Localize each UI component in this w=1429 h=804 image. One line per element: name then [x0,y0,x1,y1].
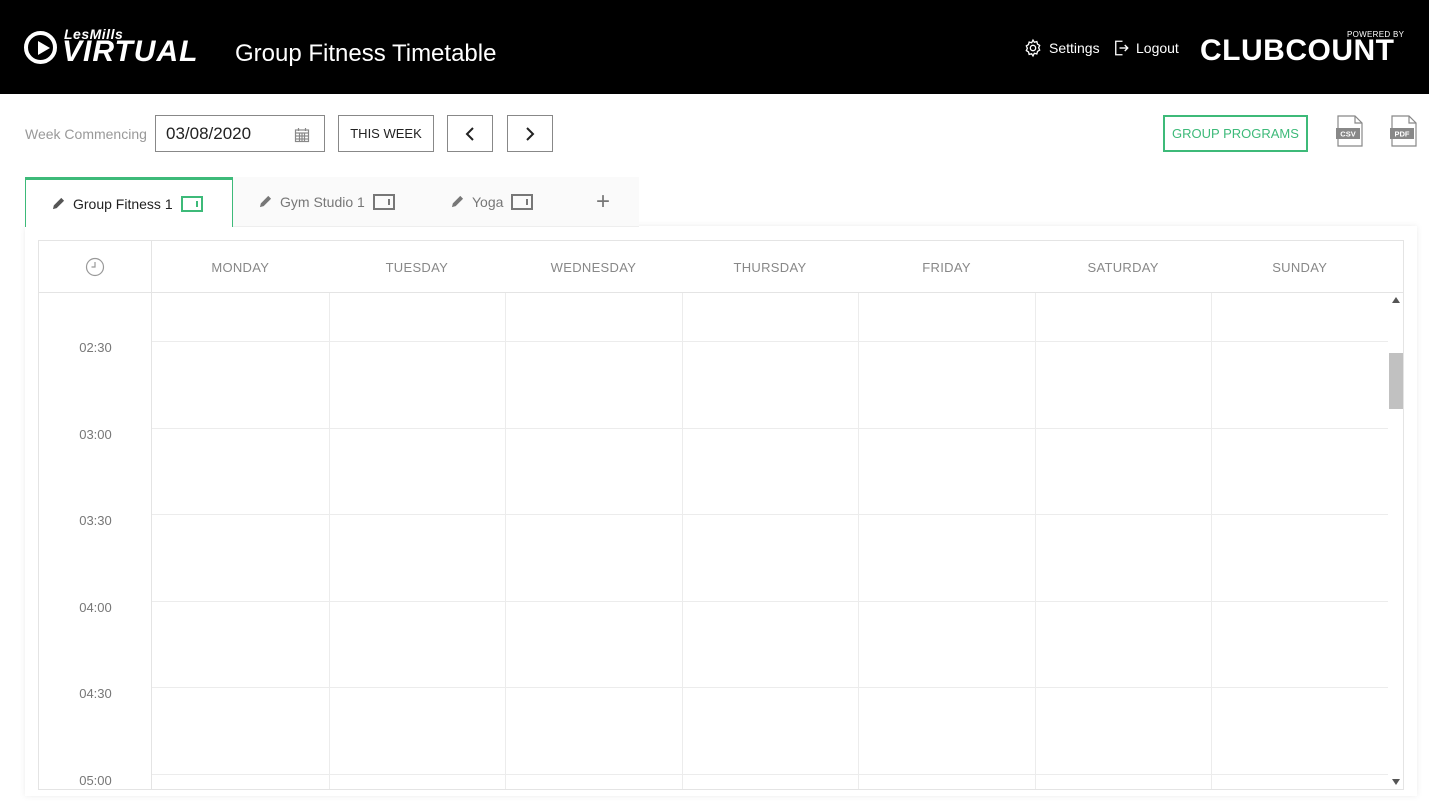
day-column-divider [682,293,683,789]
day-column-divider [1035,293,1036,789]
next-week-button[interactable] [507,115,553,152]
page-title: Group Fitness Timetable [235,40,497,67]
pdf-label: PDF [1395,130,1410,139]
pdf-file-icon: PDF [1390,115,1417,147]
pencil-icon[interactable] [451,195,464,208]
previous-week-button[interactable] [447,115,493,152]
day-header-saturday: SATURDAY [1087,259,1159,275]
tab-group-fitness-1[interactable]: Group Fitness 1 [25,177,233,227]
day-header-tuesday: TUESDAY [385,259,449,275]
week-calendar: MONDAY TUESDAY WEDNESDAY THURSDAY FRIDAY SATU… [38,240,1404,790]
time-label: 04:30 [79,686,112,701]
this-week-button[interactable]: THIS WEEK [338,115,434,152]
day-column-divider [1211,293,1212,789]
day-header-monday: MONDAY [211,259,270,275]
time-slot-line [152,514,1388,515]
week-commencing-label: Week Commencing [25,126,147,142]
clubcount-logo: CLUBCOUNT [1200,34,1395,67]
display-screen-icon[interactable] [511,193,534,210]
day-header-wednesday: WEDNESDAY [550,259,637,275]
time-column: 02:30 03:00 03:30 04:00 04:30 05:00 [39,293,152,789]
play-icon [24,31,57,64]
scroll-thumb[interactable] [1389,353,1403,409]
time-slot-line [152,341,1388,342]
time-slot-line [152,687,1388,688]
day-column-divider [505,293,506,789]
logout-icon [1115,40,1129,56]
week-date-input[interactable] [166,123,294,144]
display-screen-icon[interactable] [180,195,203,212]
settings-label: Settings [1049,40,1100,56]
scroll-down-arrow[interactable] [1392,779,1400,785]
time-slot-line [152,773,1388,775]
lesmills-virtual-logo[interactable]: LesMills VIRTUAL [24,26,216,68]
pencil-icon[interactable] [52,197,65,210]
csv-label: CSV [1340,130,1355,139]
calendar-scrollbar[interactable] [1388,293,1403,789]
tab-gym-studio-1[interactable]: Gym Studio 1 [233,177,425,227]
logout-label: Logout [1136,40,1179,56]
time-label: 04:00 [79,599,112,615]
logout-button[interactable]: Logout [1112,38,1179,58]
chevron-left-icon [465,126,474,141]
app-header: LesMills VIRTUAL Group Fitness Timetable… [0,0,1429,94]
day-column-divider [858,293,859,789]
time-slot-line [152,600,1388,602]
tab-label: Group Fitness 1 [73,195,173,212]
tab-label: Gym Studio 1 [280,193,365,210]
day-column-divider [329,293,330,789]
time-label: 03:30 [79,513,112,528]
scroll-up-arrow[interactable] [1392,297,1400,303]
clock-icon [85,257,105,277]
tab-yoga[interactable]: Yoga [425,177,567,227]
week-date-field[interactable] [155,115,325,152]
add-tab-button[interactable]: + [567,177,639,227]
time-label: 05:00 [79,772,112,788]
csv-export-button[interactable]: CSV [1336,115,1364,147]
group-programs-button[interactable]: GROUP PROGRAMS [1163,115,1308,152]
csv-file-icon: CSV [1336,115,1363,147]
calendar-header: MONDAY TUESDAY WEDNESDAY THURSDAY FRIDAY SATU… [39,241,1403,293]
pencil-icon[interactable] [259,195,272,208]
time-label: 03:00 [79,426,112,442]
clock-header-cell [39,241,152,293]
time-slot-line [152,427,1388,429]
studio-tabs: Group Fitness 1 Gym Studio 1 Yoga + [25,177,639,227]
time-label: 02:30 [79,340,112,355]
gear-icon [1025,38,1041,58]
brand-main-text: VIRTUAL [62,35,199,68]
calendar-grid[interactable] [152,293,1388,789]
display-screen-icon[interactable] [372,193,395,210]
calendar-icon[interactable] [294,127,310,143]
settings-button[interactable]: Settings [1023,38,1100,58]
tab-label: Yoga [472,193,504,210]
day-header-thursday: THURSDAY [733,259,807,275]
chevron-right-icon [526,126,535,141]
pdf-export-button[interactable]: PDF [1390,115,1418,147]
day-header-friday: FRIDAY [922,259,971,275]
day-header-sunday: SUNDAY [1272,259,1328,275]
